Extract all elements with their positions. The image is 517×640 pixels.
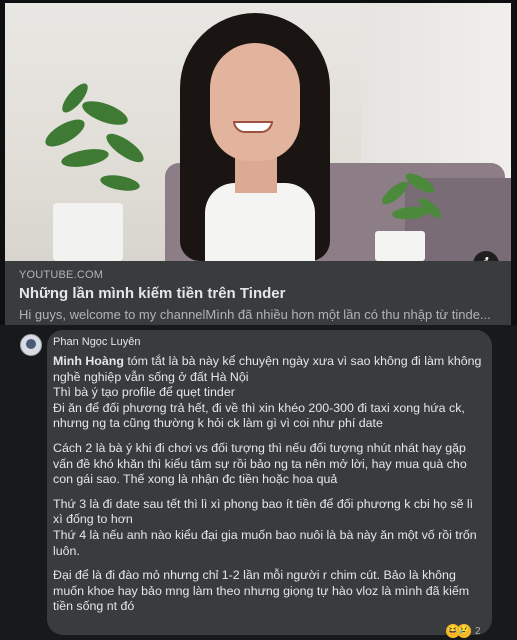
- link-domain: YOUTUBE.COM: [19, 269, 104, 281]
- link-title[interactable]: Những lần mình kiếm tiền trên Tinder: [19, 285, 285, 302]
- mention-link[interactable]: Minh Hoàng: [53, 354, 124, 368]
- comment-paragraph: Thứ 3 là đi date sau tết thì lì xì phong…: [53, 496, 477, 558]
- comment-paragraph: Cách 2 là bà ý khi đi chơi vs đối tượng …: [53, 440, 467, 487]
- link-description: Hi guys, welcome to my channelMình đã nh…: [19, 307, 491, 322]
- reaction-count: 2: [475, 625, 481, 637]
- comment-paragraph: Đại để là đi đào mỏ nhưng chỉ 1-2 lần mỗ…: [53, 568, 470, 614]
- video-thumbnail[interactable]: i: [5, 3, 511, 261]
- comment-bubble: Phan Ngọc Luyên Minh Hoàng tóm tắt là bà…: [47, 330, 492, 635]
- link-preview-card[interactable]: i YOUTUBE.COM Những lần mình kiếm tiền t…: [5, 3, 511, 325]
- comment-paragraph: Minh Hoàng tóm tắt là bà này kể chuyện n…: [53, 354, 482, 431]
- comment-body: Minh Hoàng tóm tắt là bà này kể chuyện n…: [53, 354, 483, 624]
- reaction-summary[interactable]: 😆 😢 2: [446, 623, 481, 639]
- comment-author[interactable]: Phan Ngọc Luyên: [53, 336, 140, 348]
- avatar[interactable]: [20, 334, 42, 356]
- plant-image: [45, 83, 144, 191]
- post-frame: i YOUTUBE.COM Những lần mình kiếm tiền t…: [0, 0, 517, 640]
- link-meta[interactable]: YOUTUBE.COM Những lần mình kiếm tiền trê…: [5, 261, 511, 325]
- comment: Phan Ngọc Luyên Minh Hoàng tóm tắt là bà…: [0, 325, 517, 640]
- sad-icon: 😢: [457, 624, 471, 638]
